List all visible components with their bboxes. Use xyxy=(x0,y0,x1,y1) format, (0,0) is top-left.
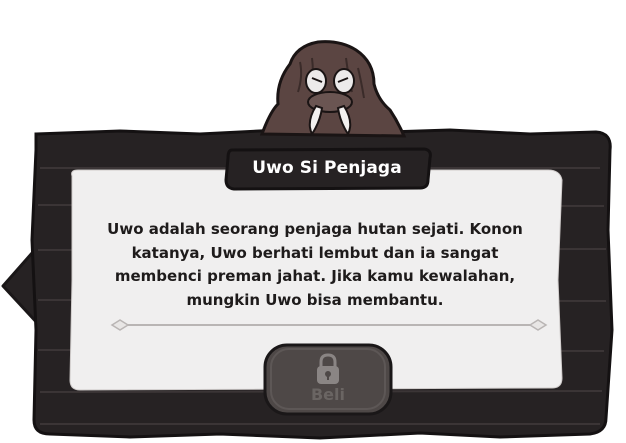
lock-icon xyxy=(317,353,339,384)
buy-button-label: Beli xyxy=(310,385,345,404)
walrus-guardian-portrait xyxy=(259,40,407,138)
character-name: Uwo Si Penjaga xyxy=(252,158,402,178)
character-description: Uwo adalah seorang penjaga hutan sejati.… xyxy=(107,220,523,309)
dialog-stage: Uwo Si Penjaga Uwo adalah seorang penjag… xyxy=(0,0,626,443)
buy-button[interactable]: Beli xyxy=(263,343,393,416)
